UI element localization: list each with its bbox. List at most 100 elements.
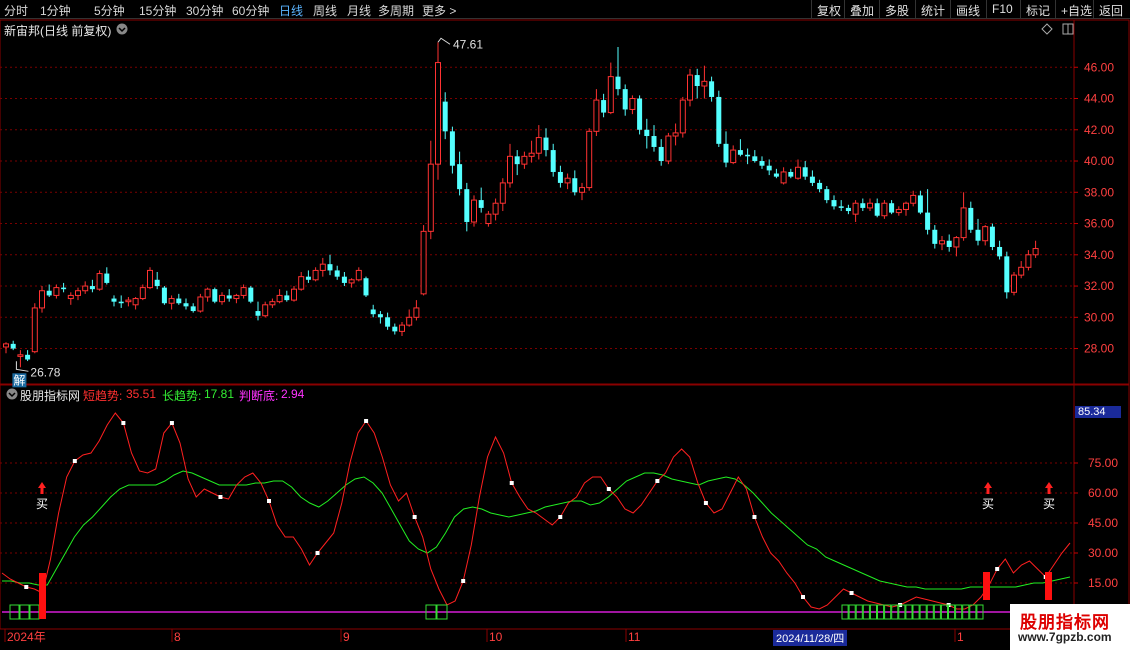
candle-body — [111, 298, 117, 302]
candle-body — [233, 294, 240, 300]
candle-body — [312, 269, 319, 281]
short-trend-point — [218, 495, 223, 499]
candle-body — [305, 276, 311, 280]
candle-body — [910, 194, 917, 204]
candle-body — [644, 129, 650, 137]
candle-body — [392, 326, 398, 332]
short-trend-point — [169, 421, 174, 425]
candle-body — [550, 150, 556, 172]
candle-body — [852, 202, 859, 215]
candle-body — [104, 273, 110, 283]
chart-canvas[interactable]: 46.00 44.00 42.00 40.00 38.00 36.00 34.00 32.00… — [0, 0, 1130, 650]
candle-body — [89, 286, 95, 290]
candle-body — [348, 279, 355, 284]
candle-body — [427, 163, 434, 232]
candle-body — [284, 295, 290, 301]
candle-body — [485, 213, 492, 225]
candle-body — [385, 317, 391, 327]
candle-body — [204, 288, 211, 298]
short-trend-point — [801, 595, 805, 599]
indicator-tick-label: 75.00 — [1088, 456, 1118, 470]
candle-body — [881, 202, 888, 217]
candle-body — [773, 173, 779, 177]
candle-body — [161, 287, 167, 304]
candle-body — [118, 301, 124, 304]
candle-body — [435, 62, 441, 165]
candle-body — [601, 100, 607, 113]
candle-body — [766, 165, 772, 171]
candle-body — [514, 156, 520, 165]
candle-body — [240, 287, 247, 296]
candle-body — [651, 136, 657, 147]
candle-body — [355, 269, 362, 281]
candle-body — [895, 208, 902, 214]
indicator-tick-label: 45.00 — [1088, 516, 1118, 530]
candle-body — [17, 354, 24, 357]
candle-body — [845, 207, 851, 212]
candle-body — [730, 149, 737, 164]
candle-body — [46, 290, 52, 296]
short-trend-point — [121, 421, 126, 425]
signal-bar — [983, 572, 990, 600]
candle-body — [75, 290, 81, 296]
candle-body — [10, 343, 16, 349]
candle-body — [579, 187, 585, 193]
candle-body — [183, 303, 189, 307]
candle-body — [564, 177, 571, 184]
short-trend-point — [752, 515, 757, 519]
candle-body — [176, 298, 182, 304]
candle-body — [535, 137, 542, 154]
candle-body — [622, 89, 628, 110]
candle-body — [665, 135, 672, 162]
candle-body — [377, 314, 383, 318]
time-label: 9 — [343, 630, 350, 644]
candle-body — [572, 178, 578, 193]
short-trend-point — [24, 585, 29, 589]
candle-body — [197, 296, 204, 312]
candle-body — [464, 189, 470, 222]
main-chart-frame — [0, 19, 1130, 385]
candle-body — [716, 96, 722, 144]
candle-body — [788, 171, 794, 177]
candle-body — [96, 273, 103, 290]
short-trend-point — [412, 515, 417, 519]
candle-body — [831, 200, 837, 207]
candle-body — [1011, 274, 1017, 293]
signal-bar — [39, 573, 46, 619]
short-trend-point — [72, 459, 77, 463]
signal-bar — [1045, 572, 1052, 600]
candle-body — [341, 276, 347, 283]
candle-body — [298, 276, 305, 290]
candle-body — [989, 226, 995, 247]
candle-body — [838, 206, 844, 208]
candle-body — [946, 240, 952, 247]
candle-body — [420, 230, 427, 295]
candle-body — [248, 287, 254, 302]
candle-body — [3, 343, 9, 348]
candle-body — [723, 143, 729, 163]
candle-body — [687, 74, 693, 101]
candle-body — [1032, 248, 1039, 256]
time-label: 2024年 — [7, 630, 46, 644]
candle-body — [860, 203, 866, 208]
price-tick-label: 44.00 — [1084, 92, 1114, 106]
short-trend-point — [995, 567, 1000, 571]
candle-body — [226, 295, 232, 299]
candle-body — [399, 324, 405, 332]
candle-body — [925, 212, 931, 230]
candle-body — [269, 301, 276, 306]
candle-body — [327, 264, 333, 271]
candle-body — [67, 294, 74, 300]
candle-body — [780, 171, 787, 184]
candle-body — [212, 289, 218, 302]
candle-body — [442, 101, 448, 132]
candle-body — [53, 287, 60, 296]
candle-body — [658, 146, 664, 162]
time-label: 11 — [628, 630, 641, 644]
candle-body — [406, 316, 413, 326]
candle-body — [521, 155, 528, 165]
candle-body — [291, 288, 297, 301]
buy-arrow-icon — [38, 482, 46, 494]
candle-body — [968, 207, 974, 230]
candle-body — [874, 203, 880, 216]
